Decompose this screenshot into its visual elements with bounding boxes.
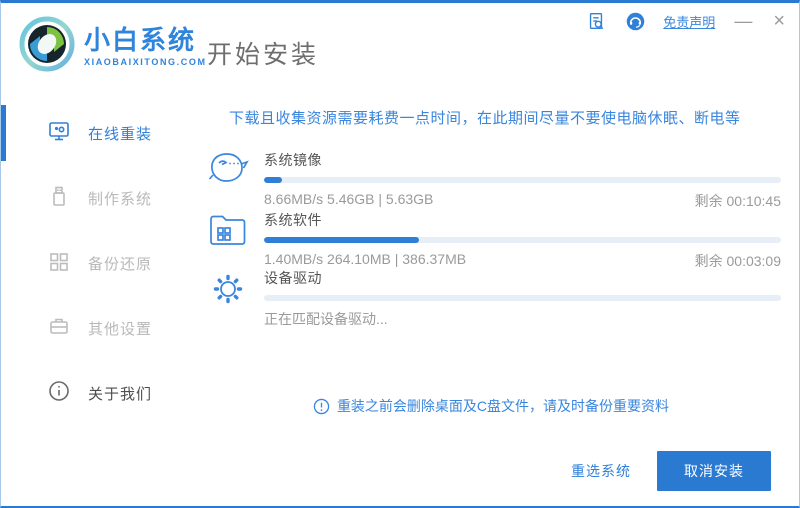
- briefcase-icon: [47, 314, 71, 343]
- sidebar: 在线重装 制作系统 备份还原 其他设置 关于我们: [1, 101, 201, 426]
- task-name: 设备驱动: [264, 270, 322, 286]
- folder-apps-icon: [206, 210, 250, 254]
- sidebar-item-make-system[interactable]: 制作系统: [1, 166, 201, 231]
- download-notice: 下载且收集资源需要耗费一点时间，在此期间尽量不要使电脑休眠、断电等: [229, 110, 741, 127]
- titlebar-controls: 免责声明 — ×: [585, 10, 787, 32]
- sidebar-item-about-us[interactable]: 关于我们: [1, 361, 201, 426]
- task-row-system-software: 系统软件 1.40MB/s 264.10MB | 386.37MB 剩余 00:…: [206, 210, 781, 271]
- brand-logo-icon: [19, 16, 75, 77]
- sidebar-item-label: 其他设置: [88, 321, 153, 338]
- usb-drive-icon: [47, 184, 71, 213]
- backup-warning: 重装之前会删除桌面及C盘文件，请及时备份重要资料: [201, 396, 781, 416]
- task-name: 系统软件: [264, 212, 322, 228]
- task-row-system-image: 系统镜像 8.66MB/s 5.46GB | 5.63GB 剩余 00:10:4…: [206, 150, 781, 211]
- monitor-icon: [47, 119, 71, 148]
- brand-domain: XIAOBAIXITONG.COM: [84, 56, 207, 67]
- sidebar-item-backup-restore[interactable]: 备份还原: [1, 231, 201, 296]
- progress-bar-system-software: [264, 237, 781, 243]
- sidebar-item-label: 制作系统: [88, 191, 153, 208]
- task-name: 系统镜像: [264, 152, 322, 168]
- brand-logo: 小白系统 XIAOBAIXITONG.COM: [19, 16, 207, 77]
- sidebar-item-label: 备份还原: [88, 256, 153, 273]
- reselect-system-button[interactable]: 重选系统: [571, 461, 631, 481]
- progress-bar-device-driver: [264, 295, 781, 301]
- task-row-device-driver: 设备驱动 正在匹配设备驱动...: [206, 268, 781, 329]
- sidebar-item-online-reinstall[interactable]: 在线重装: [1, 101, 201, 166]
- backup-warning-text: 重装之前会删除桌面及C盘文件，请及时备份重要资料: [336, 398, 670, 414]
- cancel-install-button[interactable]: 取消安装: [657, 451, 771, 491]
- task-remaining: 剩余 00:10:45: [694, 193, 781, 209]
- brand-name: 小白系统: [84, 25, 197, 56]
- task-detail: 正在匹配设备驱动...: [264, 311, 388, 327]
- task-detail: 8.66MB/s 5.46GB | 5.63GB: [264, 191, 434, 207]
- app-window: 免责声明 — × 小白系统 XIAOBAIXITONG.COM 开始安装 在线重…: [0, 0, 800, 508]
- gear-icon: [206, 268, 250, 312]
- warning-exclamation-icon: [313, 398, 330, 415]
- page-title: 开始安装: [207, 41, 320, 69]
- blocks-icon: [47, 249, 71, 278]
- sidebar-item-other-settings[interactable]: 其他设置: [1, 296, 201, 361]
- minimize-button[interactable]: —: [732, 12, 754, 30]
- disclaimer-link[interactable]: 免责声明: [663, 12, 715, 31]
- close-button[interactable]: ×: [771, 11, 787, 31]
- sidebar-item-label: 在线重装: [88, 126, 153, 143]
- mascot-face-icon: [206, 150, 250, 194]
- footer-actions: 重选系统 取消安装: [571, 451, 771, 491]
- sidebar-item-label: 关于我们: [88, 386, 153, 403]
- progress-bar-system-image: [264, 177, 781, 183]
- info-icon: [47, 379, 71, 408]
- customer-service-icon[interactable]: [624, 10, 646, 32]
- bill-document-icon[interactable]: [585, 10, 607, 32]
